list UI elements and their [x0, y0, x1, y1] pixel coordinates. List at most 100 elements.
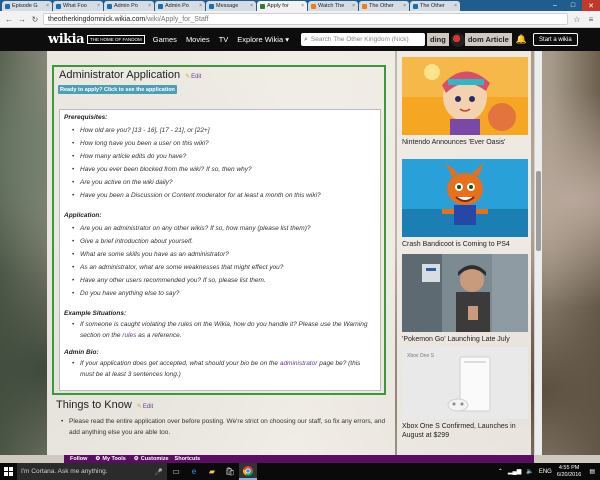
- rail-card[interactable]: 'Pokemon Go' Launching Late July: [402, 254, 528, 344]
- browser-menu-icon[interactable]: ≡: [586, 15, 596, 24]
- rail-caption[interactable]: Nintendo Announces 'Ever Oasis': [402, 138, 528, 147]
- article-content: Administrator Application Edit Ready to …: [47, 51, 395, 455]
- store-icon[interactable]: 🛍: [221, 463, 239, 480]
- tab-close-icon[interactable]: ×: [350, 3, 355, 9]
- section-title-things-to-know: Things to Know Edit: [56, 399, 153, 411]
- shortcuts-button[interactable]: Shortcuts: [175, 456, 201, 462]
- gear-icon[interactable]: ⚙: [95, 456, 100, 462]
- windows-start-icon[interactable]: [0, 463, 17, 480]
- scrollbar-thumb[interactable]: [536, 171, 541, 251]
- browser-tab[interactable]: What Foo ×: [53, 1, 103, 11]
- search-icon: ⌕: [304, 35, 308, 43]
- application-heading: Application:: [64, 212, 102, 219]
- clock[interactable]: 4:55 PM 6/20/2016: [557, 465, 581, 479]
- notifications-bell-icon[interactable]: 🔔: [516, 34, 527, 45]
- task-view-icon[interactable]: ▭: [167, 463, 185, 480]
- back-icon[interactable]: ←: [4, 14, 14, 24]
- edge-icon[interactable]: e: [185, 463, 203, 480]
- cortana-search[interactable]: I'm Cortana. Ask me anything. 🎤: [17, 463, 167, 480]
- browser-tab[interactable]: Admin Po ×: [155, 1, 205, 11]
- question-item: What are some skills you have as an admi…: [64, 248, 376, 261]
- customize-icon[interactable]: ⚙: [134, 456, 139, 462]
- browser-tab[interactable]: Watch The ×: [308, 1, 358, 11]
- tab-close-icon[interactable]: ×: [452, 3, 457, 9]
- cortana-text: I'm Cortana. Ask me anything.: [21, 468, 108, 475]
- rail-card[interactable]: Xbox One S Xbox One S Confirmed, Launche…: [402, 347, 528, 440]
- close-window-icon[interactable]: ✕: [582, 0, 600, 11]
- tab-close-icon[interactable]: ×: [146, 3, 151, 9]
- minimize-icon[interactable]: –: [546, 0, 564, 11]
- crash-bandicoot-thumbnail[interactable]: [402, 159, 528, 237]
- browser-tab[interactable]: The Other ×: [359, 1, 409, 11]
- tab-close-icon[interactable]: ×: [401, 3, 406, 9]
- things-to-know-heading: Things to Know: [56, 399, 132, 411]
- volume-icon[interactable]: 🔈: [526, 468, 533, 475]
- question-item: Are you active on the wiki daily?: [64, 176, 376, 189]
- avatar[interactable]: [450, 32, 465, 47]
- url-field[interactable]: theotherkingdomnick.wikia.com/wiki/Apply…: [43, 13, 568, 25]
- reload-icon[interactable]: ↻: [30, 14, 40, 24]
- rail-caption[interactable]: Crash Bandicoot is Coming to PS4: [402, 240, 528, 249]
- ever-oasis-thumbnail[interactable]: [402, 57, 528, 135]
- file-explorer-icon[interactable]: ▰: [203, 463, 221, 480]
- rail-card[interactable]: Nintendo Announces 'Ever Oasis': [402, 57, 528, 147]
- global-nav-link[interactable]: TV: [219, 35, 229, 44]
- question-item: How old are you? [13 - 16], [17 - 21], o…: [64, 124, 376, 137]
- my-tools-button[interactable]: My Tools: [102, 456, 125, 462]
- browser-tab[interactable]: Episode G ×: [2, 1, 52, 11]
- url-path: /wiki/Apply_for_Staff: [145, 15, 209, 23]
- rail-caption[interactable]: Xbox One S Confirmed, Launches in August…: [402, 422, 528, 440]
- edit-section-link[interactable]: Edit: [185, 73, 201, 80]
- global-nav-link[interactable]: Movies: [186, 35, 210, 44]
- start-a-wikia-button[interactable]: Start a wikia: [533, 33, 578, 46]
- rules-link[interactable]: rules: [122, 332, 136, 339]
- network-icon[interactable]: ▂▄▆: [508, 468, 521, 475]
- browser-tab[interactable]: The Other ×: [410, 1, 460, 11]
- pokemon-go-thumbnail[interactable]: [402, 254, 528, 332]
- wikia-logo[interactable]: wikia THE HOME OF FANDOM: [48, 32, 145, 47]
- tab-close-icon[interactable]: ×: [95, 3, 100, 9]
- question-item: Do you have anything else to say?: [64, 287, 376, 300]
- tab-label: Apply for: [267, 3, 289, 9]
- rail-caption[interactable]: 'Pokemon Go' Launching Late July: [402, 335, 528, 344]
- edit-things-link[interactable]: Edit: [137, 403, 153, 410]
- tab-favicon-icon: [413, 3, 418, 9]
- global-nav-link[interactable]: Explore Wikia ▾: [237, 35, 289, 44]
- question-item: How many article edits do you have?: [64, 150, 376, 163]
- browser-tab[interactable]: Admin Po ×: [104, 1, 154, 11]
- tab-label: Message: [216, 3, 239, 9]
- tab-favicon-icon: [158, 3, 163, 9]
- tab-close-icon[interactable]: ×: [248, 3, 253, 9]
- example-situations-heading: Example Situations:: [64, 310, 127, 317]
- language-indicator[interactable]: ENG: [539, 469, 552, 475]
- bookmark-star-icon[interactable]: ☆: [572, 15, 582, 24]
- tab-label: What Foo: [63, 3, 87, 9]
- rail-card[interactable]: Crash Bandicoot is Coming to PS4: [402, 159, 528, 249]
- question-item: Have you been a Discussion or Content mo…: [64, 189, 376, 202]
- section-title-admin-application: Administrator Application Edit: [59, 69, 201, 81]
- apply-button[interactable]: Ready to apply? Click to see the applica…: [58, 85, 177, 94]
- question-item: Have you ever been blocked from the wiki…: [64, 163, 376, 176]
- global-nav-link[interactable]: Games: [153, 35, 177, 44]
- tab-favicon-icon: [5, 3, 10, 9]
- follow-button[interactable]: Follow: [70, 456, 87, 462]
- tab-close-icon[interactable]: ×: [197, 3, 202, 9]
- prerequisites-heading: Prerequisites:: [64, 114, 108, 121]
- administrator-link[interactable]: administrator: [280, 360, 318, 367]
- browser-tab[interactable]: Apply for ×: [257, 1, 307, 11]
- tab-close-icon[interactable]: ×: [299, 3, 304, 9]
- tab-close-icon[interactable]: ×: [44, 3, 49, 9]
- clock-date: 6/20/2016: [556, 471, 582, 478]
- chrome-icon[interactable]: [239, 463, 257, 480]
- customize-button[interactable]: Customize: [141, 456, 169, 462]
- browser-tab[interactable]: Message ×: [206, 1, 256, 11]
- wiki-search-input[interactable]: ⌕ Search The Other Kingdom (Nick): [301, 33, 425, 46]
- tab-label: Admin Po: [114, 3, 138, 9]
- microphone-icon[interactable]: 🎤: [155, 468, 163, 476]
- tray-chevron-icon[interactable]: ⌃: [498, 468, 503, 475]
- forward-icon[interactable]: →: [17, 14, 27, 24]
- global-nav-links: Games Movies TV Explore Wikia ▾: [153, 35, 298, 44]
- page-scrollbar[interactable]: [534, 51, 542, 455]
- maximize-icon[interactable]: □: [564, 0, 582, 11]
- action-center-icon[interactable]: ▤: [589, 468, 595, 475]
